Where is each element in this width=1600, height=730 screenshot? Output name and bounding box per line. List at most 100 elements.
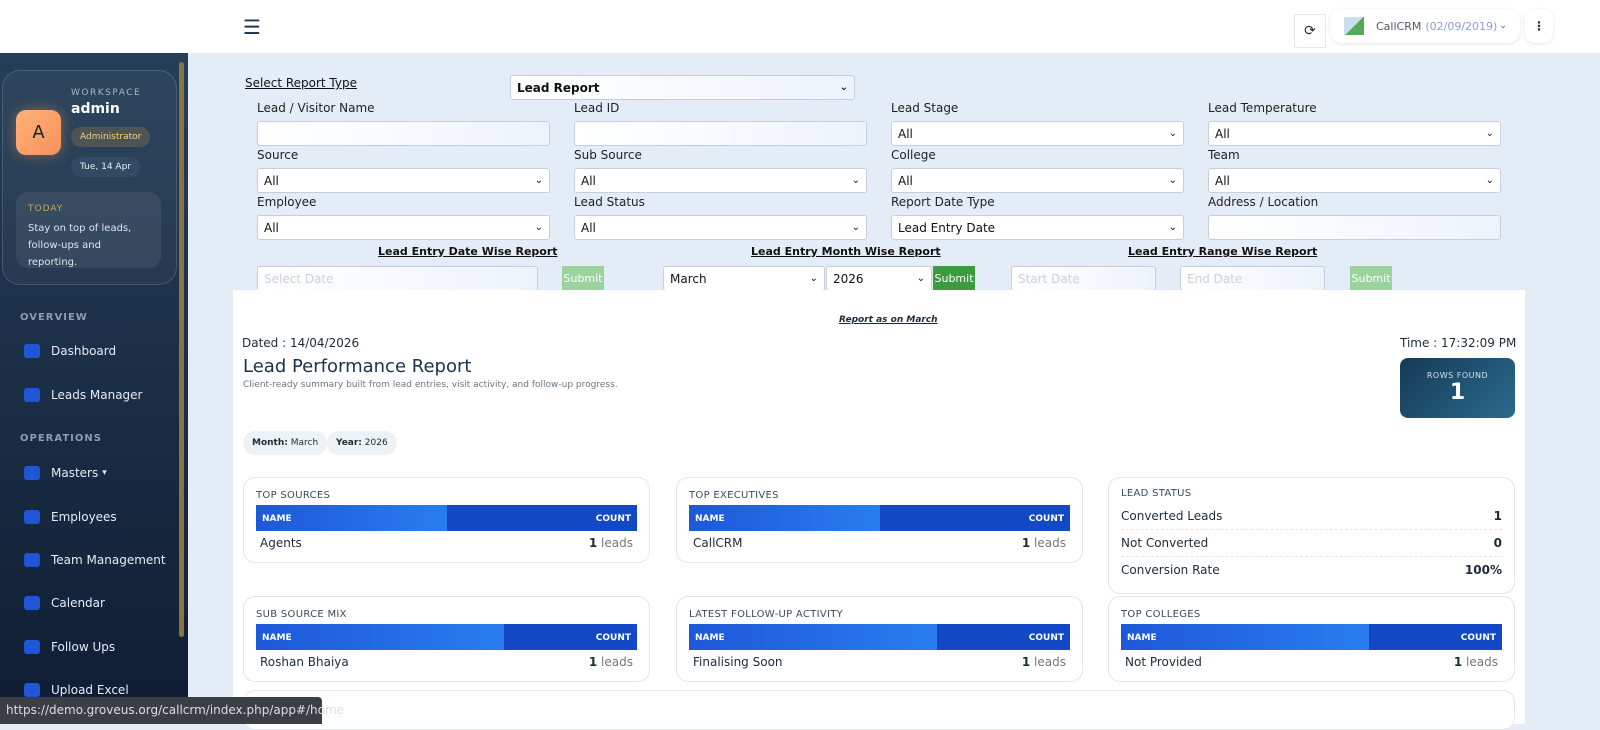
nav-label: Masters: [51, 466, 99, 480]
summary-card: SUB SOURCE MIX NAME COUNT Roshan Bhaiya 1 …: [243, 596, 650, 682]
row-suffix: leads: [1034, 655, 1066, 669]
sidebar-item-leads-manager[interactable]: Leads Manager: [24, 388, 143, 402]
month-chip: Month: March: [243, 431, 328, 455]
filter-label: Address / Location: [1208, 195, 1319, 209]
sidebar-item-upload-excel[interactable]: Upload Excel: [24, 683, 129, 697]
user-image: [1344, 17, 1364, 35]
filter-label: Employee: [257, 195, 317, 209]
field-value: All: [898, 126, 913, 141]
dashboard-icon: [24, 344, 40, 358]
month-wise-title[interactable]: Lead Entry Month Wise Report: [751, 245, 941, 258]
kebab-icon[interactable]: ⋮: [1525, 9, 1553, 43]
filter-select[interactable]: All ⌄: [257, 168, 550, 193]
filter-input[interactable]: [257, 121, 550, 146]
field-value: All: [264, 220, 279, 235]
user-name: CallCRM: [1376, 19, 1422, 33]
filter-label: Lead / Visitor Name: [257, 101, 375, 115]
field-value: All: [581, 220, 596, 235]
hamburger-icon[interactable]: ☰: [243, 15, 261, 39]
lead-status-card: LEAD STATUS Converted Leads 1 Not Convert…: [1108, 477, 1515, 594]
card-title: SUB SOURCE MIX: [256, 609, 347, 620]
row-suffix: leads: [601, 655, 633, 669]
year-select[interactable]: 2026 ⌄: [826, 266, 932, 291]
end-date-input[interactable]: End Date: [1180, 266, 1325, 291]
status-value: 100%: [1464, 563, 1502, 577]
filter-select[interactable]: All ⌄: [891, 168, 1184, 193]
month-submit-button[interactable]: Submit: [933, 266, 975, 290]
nav-label: Leads Manager: [51, 388, 143, 402]
sidebar-item-employees[interactable]: Employees: [24, 510, 117, 524]
field-value: All: [1215, 126, 1230, 141]
summary-card: TOP COLLEGES NAME COUNT Not Provided 1 lea…: [1108, 596, 1515, 682]
chevron-down-icon: ⌄: [1168, 222, 1177, 233]
report-type-select[interactable]: Lead Report ⌄: [510, 75, 855, 100]
status-label: Conversion Rate: [1121, 563, 1220, 577]
start-date-input[interactable]: Start Date: [1011, 266, 1156, 291]
summary-card: TOP EXECUTIVES NAME COUNT CallCRM 1 leads: [676, 477, 1083, 563]
date-submit-button[interactable]: Submit: [562, 266, 604, 290]
table-header: NAME COUNT: [256, 505, 637, 531]
col-name: NAME: [689, 624, 937, 650]
placeholder: Start Date: [1018, 271, 1080, 286]
status-row: Converted Leads 1: [1121, 503, 1502, 530]
card-title: TOP SOURCES: [256, 490, 331, 501]
field-value: All: [264, 173, 279, 188]
filter-select[interactable]: All ⌄: [574, 215, 867, 240]
time: Time : 17:32:09 PM: [1400, 336, 1517, 350]
select-date-input[interactable]: Select Date: [257, 266, 538, 291]
table-header: NAME COUNT: [689, 624, 1070, 650]
filter-select[interactable]: All ⌄: [1208, 168, 1501, 193]
table-header: NAME COUNT: [256, 624, 637, 650]
role-badge: Administrator: [71, 127, 151, 147]
excel-icon: [24, 683, 40, 697]
nav-label: Calendar: [51, 596, 105, 610]
filter-label: Report Date Type: [891, 195, 995, 209]
chevron-down-icon: ⌄: [534, 175, 543, 186]
sidebar-item-team-management[interactable]: Team Management: [24, 553, 166, 567]
table-header: NAME COUNT: [1121, 624, 1502, 650]
rows-found-label: ROWS FOUND: [1426, 371, 1489, 380]
sidebar-item-masters[interactable]: Masters ▾: [24, 466, 107, 480]
card-title: TOP EXECUTIVES: [689, 490, 779, 501]
range-submit-button[interactable]: Submit: [1350, 266, 1392, 290]
workspace-label: WORKSPACE: [71, 88, 142, 98]
caret-down-icon: ▾: [102, 468, 107, 478]
report-table-card: [243, 690, 1515, 730]
filter-input[interactable]: [574, 121, 867, 146]
filter-input[interactable]: [1208, 215, 1501, 240]
select-value: 2026: [833, 271, 864, 286]
filter-select[interactable]: All ⌄: [257, 215, 550, 240]
chip-label: Year:: [336, 438, 362, 448]
filter-select[interactable]: Lead Entry Date ⌄: [891, 215, 1184, 240]
refresh-button[interactable]: ⟳: [1294, 14, 1326, 48]
month-select[interactable]: March ⌄: [663, 266, 825, 291]
col-name: NAME: [689, 505, 880, 531]
table-row: Agents 1 leads: [256, 531, 637, 555]
row-count: 1: [588, 655, 598, 669]
nav-label: Upload Excel: [51, 683, 129, 697]
user-icon: [24, 510, 40, 524]
card-title: LEAD STATUS: [1121, 488, 1192, 499]
summary-card: TOP SOURCES NAME COUNT Agents 1 leads: [243, 477, 650, 563]
range-wise-title[interactable]: Lead Entry Range Wise Report: [1128, 245, 1317, 258]
status-value: 1: [1493, 509, 1502, 523]
row-name: Agents: [260, 536, 302, 550]
field-value: Lead Entry Date: [898, 220, 996, 235]
row-name: Not Provided: [1125, 655, 1202, 669]
sidebar-item-dashboard[interactable]: Dashboard: [24, 344, 116, 358]
chevron-down-icon: ⌄: [851, 175, 860, 186]
row-count: 1: [1021, 536, 1031, 550]
sidebar-item-follow-ups[interactable]: Follow Ups: [24, 640, 115, 654]
filter-select[interactable]: All ⌄: [1208, 121, 1501, 146]
date-wise-title[interactable]: Lead Entry Date Wise Report: [378, 245, 558, 258]
row-name: CallCRM: [693, 536, 743, 550]
sidebar-scrollbar[interactable]: [179, 62, 184, 637]
chevron-down-icon: ⌄: [809, 273, 818, 284]
rows-found-box: ROWS FOUND 1: [1400, 358, 1515, 418]
user-menu[interactable]: CallCRM (02/09/2019) ⌄: [1330, 9, 1520, 43]
page-subtitle: Client-ready summary built from lead ent…: [243, 380, 618, 390]
sidebar-item-calendar[interactable]: Calendar: [24, 596, 105, 610]
filter-select[interactable]: All ⌄: [574, 168, 867, 193]
table-row: Roshan Bhaiya 1 leads: [256, 650, 637, 674]
filter-select[interactable]: All ⌄: [891, 121, 1184, 146]
